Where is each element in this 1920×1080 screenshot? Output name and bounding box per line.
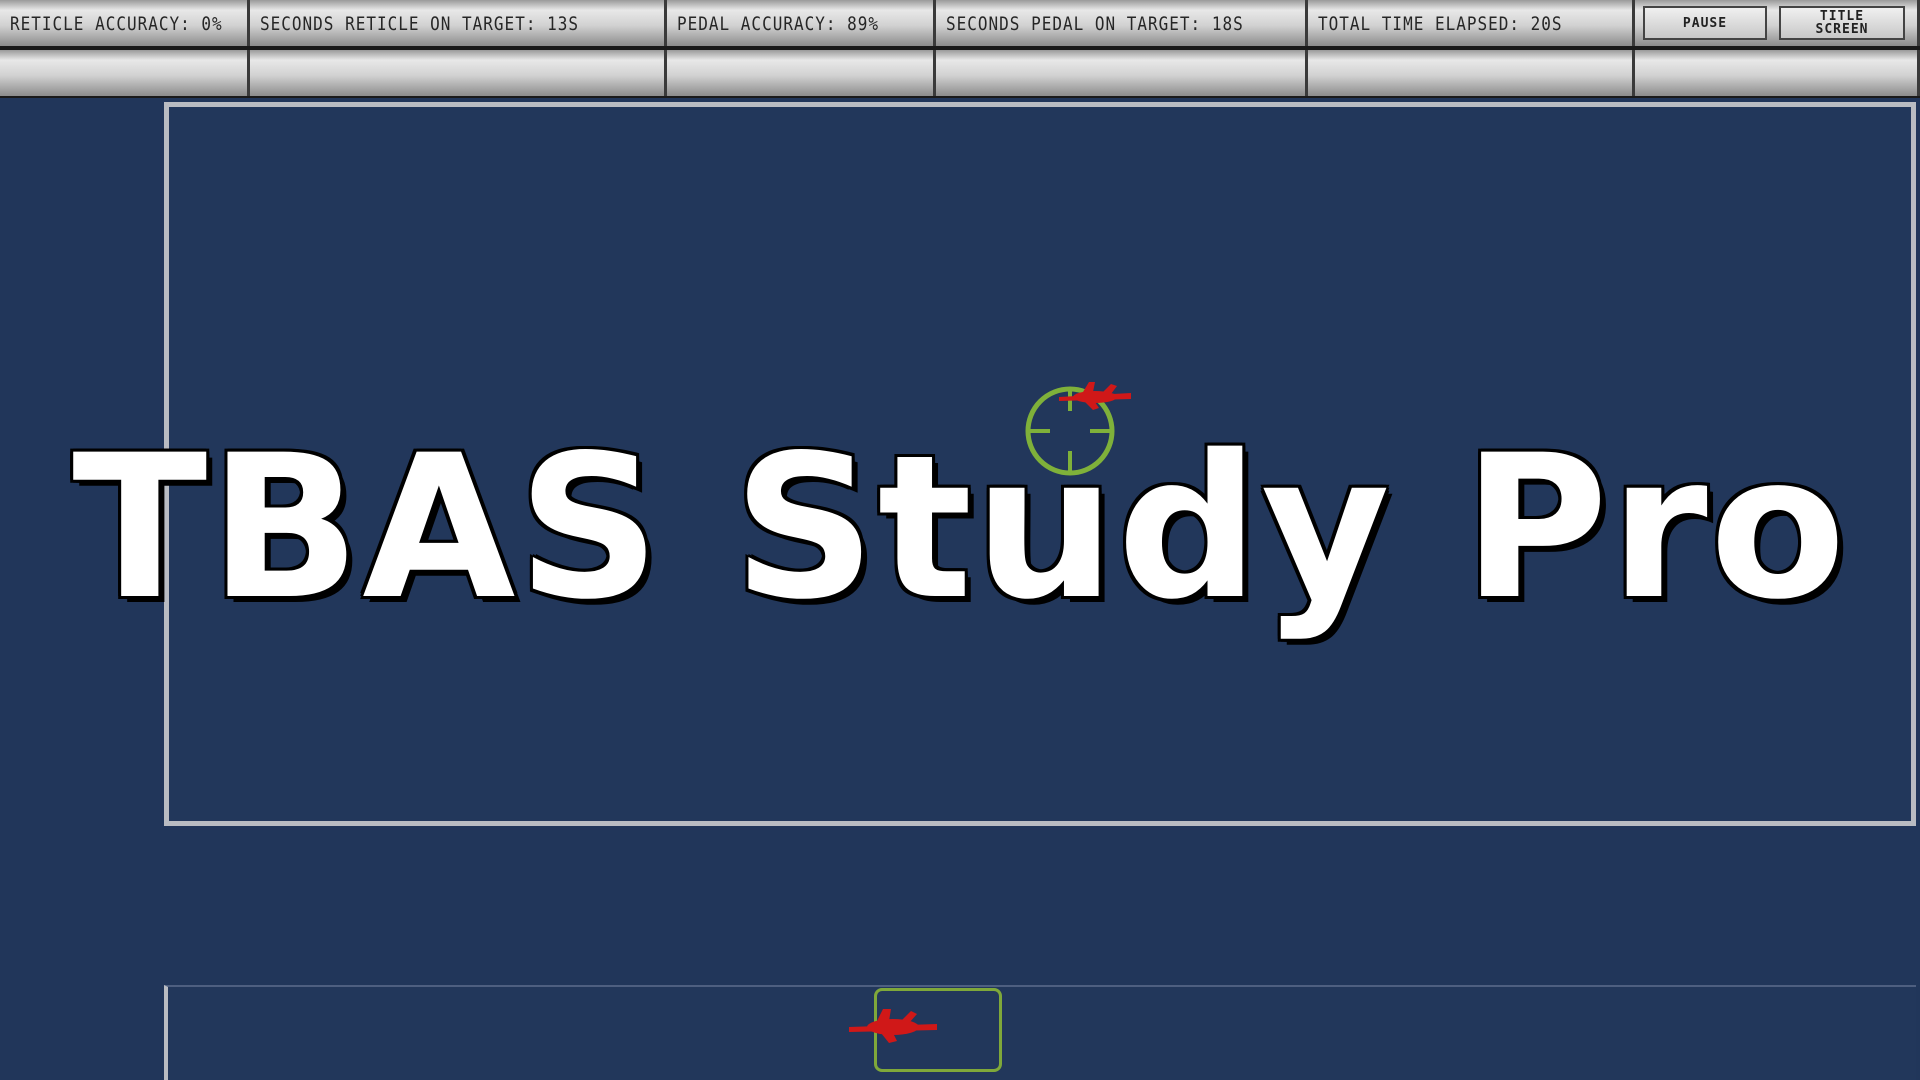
hud-blank-row: [0, 50, 1920, 96]
hud-cell-seconds-reticle: SECONDS RETICLE ON TARGET: 13s: [250, 0, 667, 46]
pause-button[interactable]: PAUSE: [1643, 6, 1767, 40]
hud-blank-cell: [936, 50, 1308, 96]
hud-cell-seconds-pedal: SECONDS PEDAL ON TARGET: 18s: [936, 0, 1308, 46]
hud-blank-cell: [1635, 50, 1920, 96]
pedal-track: [164, 985, 1916, 1080]
reticle-accuracy-stat: RETICLE ACCURACY: 0%: [10, 12, 223, 34]
game-screen: RETICLE ACCURACY: 0% SECONDS RETICLE ON …: [0, 0, 1920, 1080]
app-title: TBAS Study Pro: [72, 412, 1848, 643]
hud-blank-cell: [250, 50, 667, 96]
seconds-reticle-on-target-stat: SECONDS RETICLE ON TARGET: 13s: [260, 12, 579, 34]
aircraft-target-icon: [1059, 382, 1131, 410]
hud-blank-cell: [0, 50, 250, 96]
total-time-elapsed-stat: TOTAL TIME ELAPSED: 20s: [1318, 12, 1563, 34]
hud-bar: RETICLE ACCURACY: 0% SECONDS RETICLE ON …: [0, 0, 1920, 98]
hud-cell-total-time: TOTAL TIME ELAPSED: 20s: [1308, 0, 1635, 46]
hud-blank-cell: [667, 50, 936, 96]
title-screen-button[interactable]: TITLE SCREEN: [1779, 6, 1905, 40]
hud-cell-pedal-accuracy: PEDAL ACCURACY: 89%: [667, 0, 936, 46]
hud-cell-reticle-accuracy: RETICLE ACCURACY: 0%: [0, 0, 250, 46]
hud-cell-controls: PAUSE TITLE SCREEN: [1635, 0, 1920, 46]
pedal-accuracy-stat: PEDAL ACCURACY: 89%: [677, 12, 880, 34]
hud-stats-row: RETICLE ACCURACY: 0% SECONDS RETICLE ON …: [0, 0, 1920, 46]
aircraft-target-icon: [849, 1009, 937, 1043]
seconds-pedal-on-target-stat: SECONDS PEDAL ON TARGET: 18s: [946, 12, 1244, 34]
hud-blank-cell: [1308, 50, 1635, 96]
